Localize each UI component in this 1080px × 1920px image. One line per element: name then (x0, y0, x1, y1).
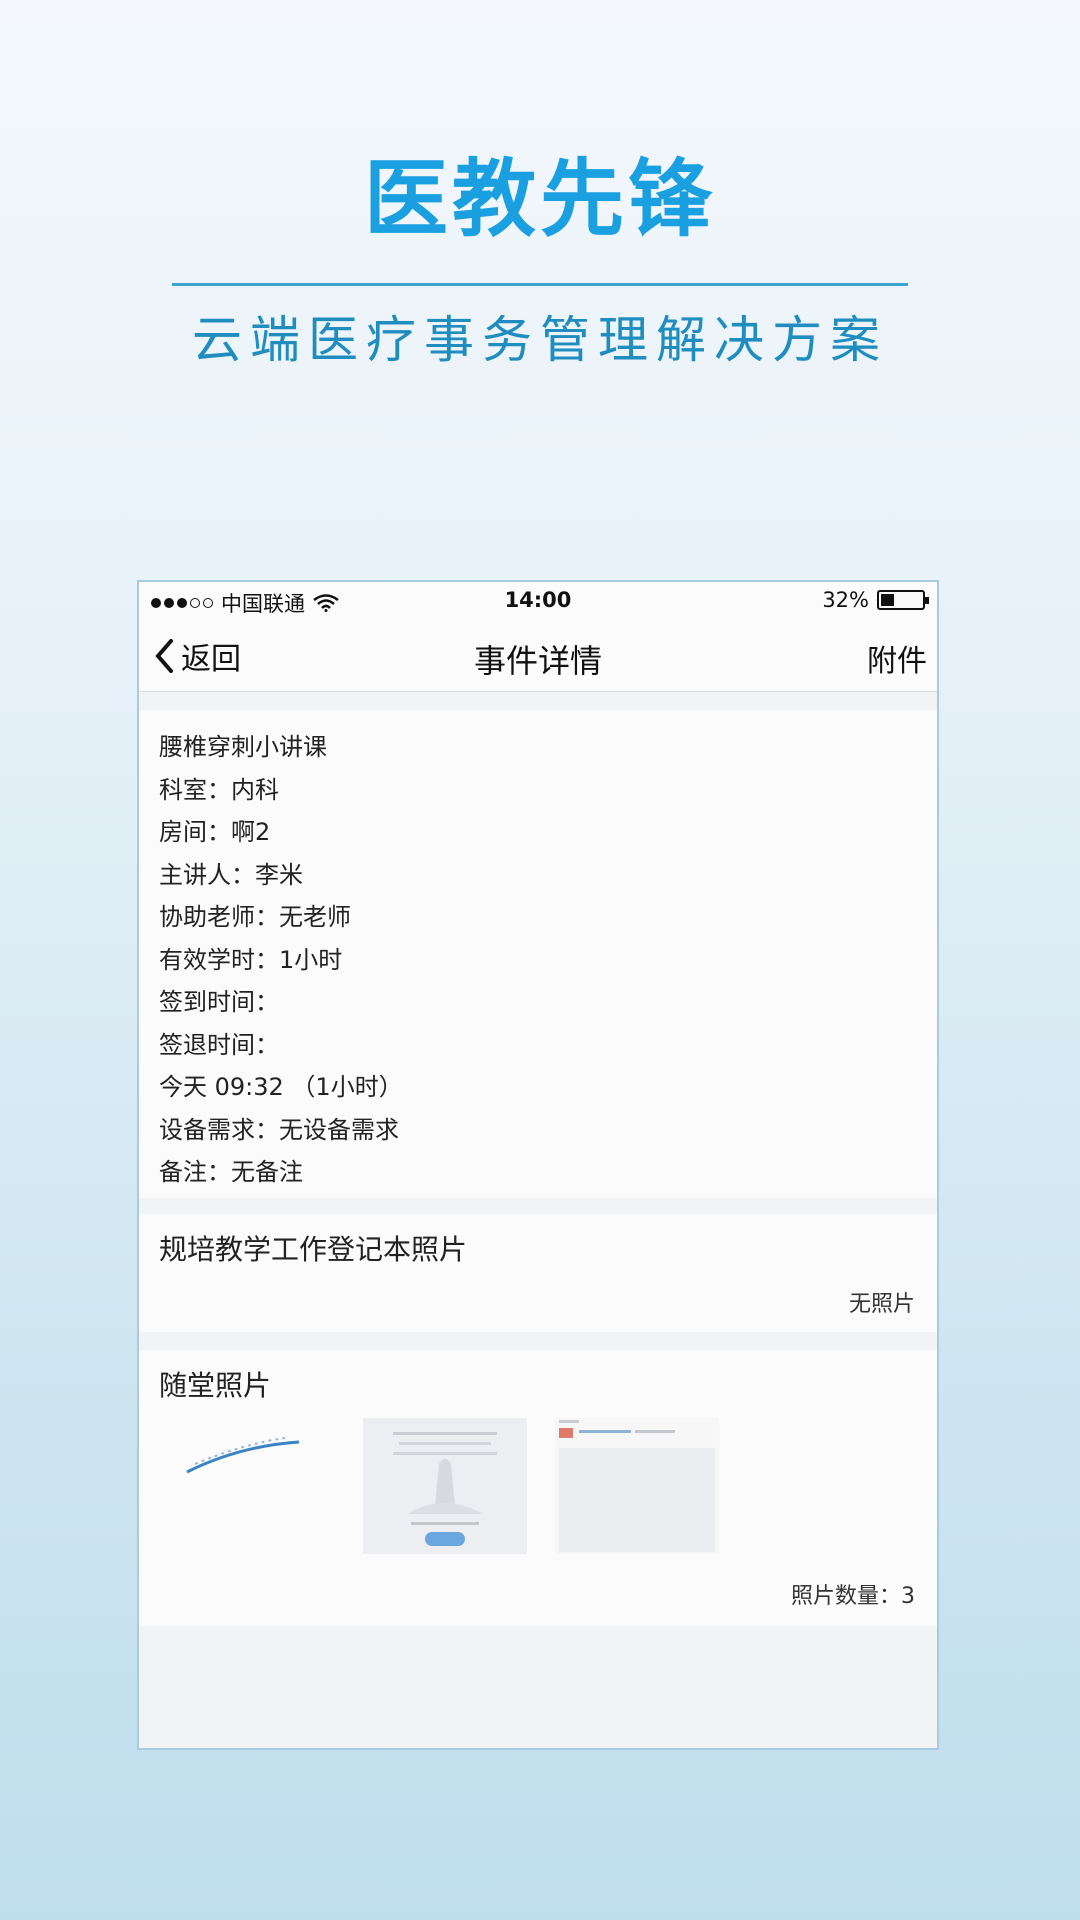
checkin-time-line: 签到时间： (159, 988, 279, 1016)
class-photos-section: 随堂照片 照片数量：3 (139, 1350, 937, 1626)
phone-screen: 中国联通 14:00 32% 返回 事件详情 附件 腰椎穿刺小讲课 科室：内科 … (137, 580, 939, 1750)
speaker-line: 主讲人：李米 (159, 860, 303, 889)
photo-thumbnail[interactable] (363, 1418, 527, 1554)
battery-icon (877, 590, 929, 610)
class-photos-label: 随堂照片 (159, 1369, 272, 1402)
checkout-time-line: 签退时间： (159, 1030, 279, 1059)
registration-photos-label: 规培教学工作登记本照片 (159, 1233, 468, 1266)
hero-title: 医教先锋 (363, 150, 716, 248)
schedule-line: 今天 09:32 （1小时） (159, 1073, 403, 1101)
photo-thumbnail[interactable] (555, 1418, 719, 1554)
remarks-line: 备注：无备注 (159, 1158, 303, 1186)
photo-count: 照片数量：3 (791, 1584, 915, 1609)
nav-bar: 返回 事件详情 附件 (139, 620, 937, 692)
battery-percent: 32% (822, 588, 869, 612)
status-bar: 中国联通 14:00 32% (139, 582, 937, 620)
event-title: 腰椎穿刺小讲课 (159, 733, 327, 761)
department-line: 科室：内科 (159, 775, 279, 804)
equipment-line: 设备需求：无设备需求 (159, 1115, 399, 1144)
no-photo-text: 无照片 (848, 1292, 915, 1317)
photo-thumbnail[interactable] (159, 1418, 323, 1554)
assistant-teacher-line: 协助老师：无老师 (159, 903, 351, 931)
status-time: 14:00 (504, 588, 572, 612)
page-title: 事件详情 (473, 642, 602, 680)
room-line: 房间：啊2 (159, 818, 271, 846)
event-info-section: 腰椎穿刺小讲课 科室：内科 房间：啊2 主讲人：李米 协助老师：无老师 有效学时… (139, 710, 937, 1198)
credit-hours-line: 有效学时：1小时 (159, 945, 343, 974)
photo-thumbnails (159, 1418, 919, 1554)
attachment-button[interactable]: 附件 (867, 636, 927, 680)
hero-subtitle: 云端医疗事务管理解决方案 (192, 311, 888, 369)
registration-photos-section: 规培教学工作登记本照片 无照片 (139, 1214, 937, 1332)
hero-divider (172, 283, 908, 286)
